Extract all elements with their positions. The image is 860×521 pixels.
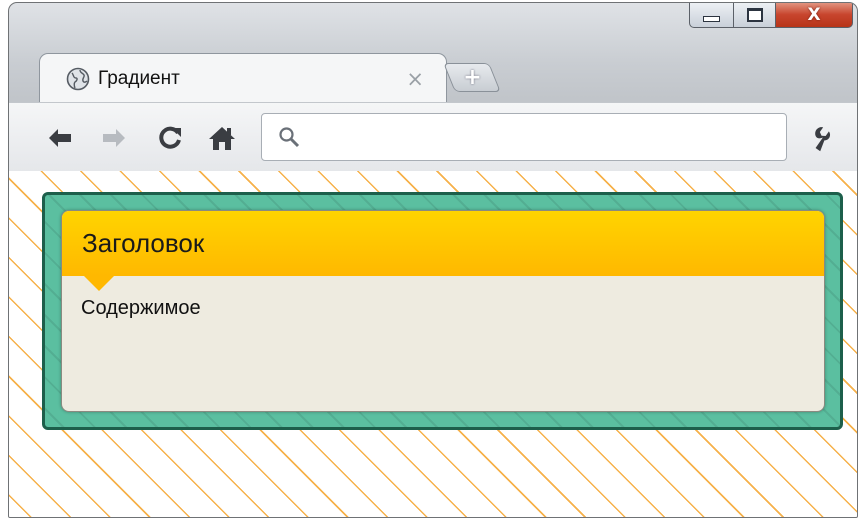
new-tab-button[interactable]: + (443, 63, 501, 92)
wrench-icon (815, 127, 831, 152)
settings-button[interactable] (811, 123, 841, 153)
card-header: Заголовок (62, 211, 824, 291)
address-bar[interactable] (261, 113, 787, 161)
content-card: Заголовок Содержимое (61, 210, 825, 412)
tab-title: Градиент (98, 67, 180, 89)
tab-close-icon[interactable]: × (406, 67, 424, 91)
back-button[interactable] (45, 123, 75, 153)
address-input[interactable] (308, 121, 786, 153)
minimize-icon (703, 15, 720, 22)
close-icon: X (807, 4, 821, 25)
browser-window: X Градиент × + Заголовок Содержимое (8, 2, 858, 518)
header-arrow (84, 276, 114, 291)
search-icon (278, 126, 300, 148)
outer-frame: Заголовок Содержимое (42, 192, 843, 430)
card-title: Заголовок (82, 228, 205, 258)
back-arrow-icon (49, 129, 71, 147)
forward-arrow-icon (103, 129, 125, 147)
browser-toolbar (9, 102, 857, 172)
card-content: Содержимое (81, 297, 201, 319)
minimize-button[interactable] (689, 3, 734, 28)
tab-active[interactable]: Градиент × (39, 53, 447, 103)
home-button[interactable] (207, 123, 237, 153)
page-viewport: Заголовок Содержимое (9, 171, 857, 517)
maximize-icon (746, 7, 763, 22)
globe-icon (66, 67, 90, 91)
reload-icon (159, 126, 181, 149)
reload-button[interactable] (155, 123, 185, 153)
plus-icon: + (462, 64, 482, 90)
window-controls: X (689, 3, 853, 28)
maximize-button[interactable] (734, 3, 776, 28)
close-window-button[interactable]: X (776, 3, 853, 28)
forward-button[interactable] (99, 123, 129, 153)
home-icon (209, 127, 235, 150)
